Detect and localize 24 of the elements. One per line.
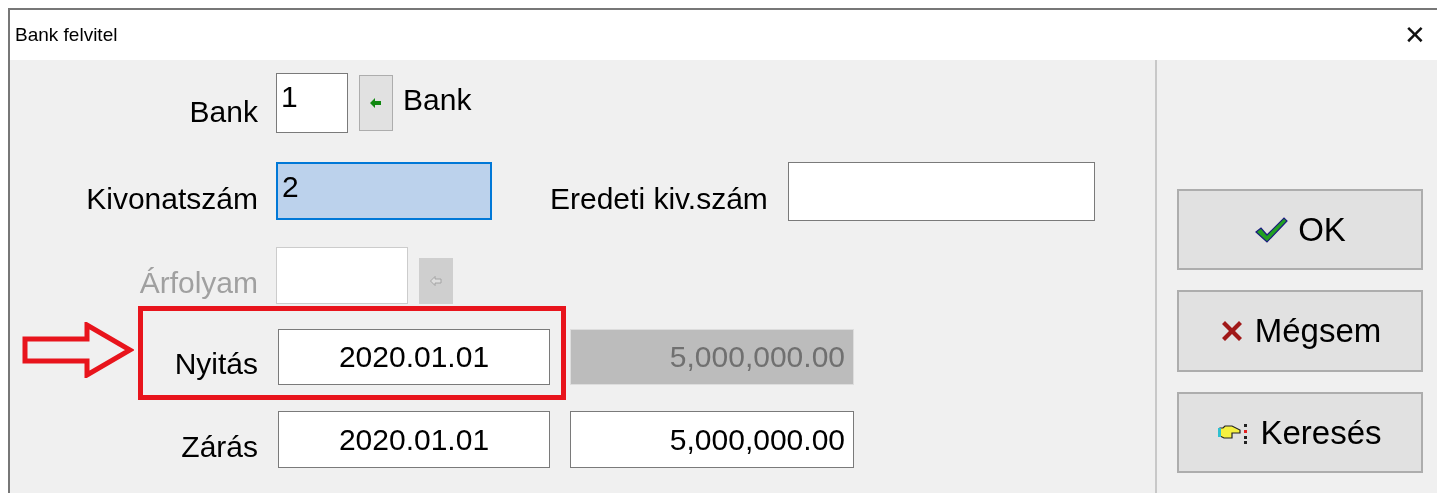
field-label: Zárás <box>181 430 258 465</box>
ok-button[interactable]: OK <box>1177 189 1423 270</box>
checkmark-icon <box>1254 215 1289 244</box>
field-label: Eredeti kiv.szám <box>550 182 768 217</box>
search-button[interactable]: Keresés <box>1177 392 1423 473</box>
close-button[interactable]: ✕ <box>1393 15 1437 55</box>
lookup-button[interactable] <box>359 75 393 131</box>
field-label: Bank <box>189 95 258 130</box>
statement-number-field[interactable]: 2 <box>276 162 492 220</box>
arrow-left-icon <box>430 276 442 286</box>
date-field[interactable]: 2020.01.01 <box>278 411 550 468</box>
field-label: Árfolyam <box>139 266 258 301</box>
arrow-left-icon <box>370 98 382 108</box>
amount-field[interactable]: 5,000,000.00 <box>570 411 854 468</box>
arrow-right-icon <box>22 322 134 378</box>
bank-name: Bank <box>403 82 472 117</box>
window-title: Bank felvitel <box>15 24 118 46</box>
field-label: Nyitás <box>174 347 258 382</box>
exchange-rate-field[interactable] <box>276 247 408 304</box>
original-number-field[interactable] <box>787 162 1095 221</box>
cancel-button[interactable]: Mégsem <box>1177 290 1423 372</box>
field-label: Kivonatszám <box>86 182 258 217</box>
bank-field[interactable]: 1 <box>276 73 348 133</box>
date-field[interactable]: 2020.01.01 <box>278 329 550 385</box>
